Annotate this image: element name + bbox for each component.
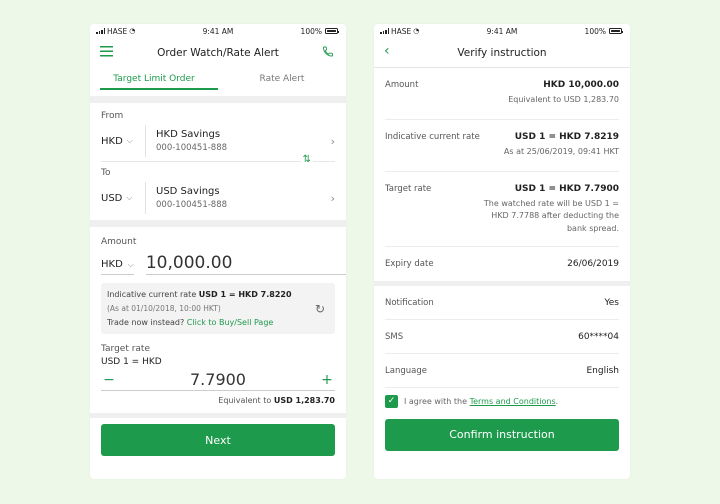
from-to-section: From HKD ⌵ HKD Savings 000-100451-888 › … [90,103,346,218]
current-rate-value: USD 1 = HKD 7.8219 [514,131,619,142]
amount-label: Amount [101,237,137,247]
page-title: Verify instruction [457,46,547,59]
chevron-down-icon: ⌵ [126,136,133,145]
order-watch-screen: HASE ◔ 9:41 AM 100% Order Watch/Rate Ale… [90,24,346,479]
hamburger-icon[interactable] [100,46,113,60]
to-currency-select[interactable]: USD ⌵ [101,193,145,204]
indicative-rate-box: Indicative current rate USD 1 = HKD 7.82… [101,283,335,334]
page-title: Order Watch/Rate Alert [157,47,279,59]
next-button[interactable]: Next [101,424,335,456]
wifi-icon: ◔ [413,27,420,35]
amount-input[interactable] [145,253,346,275]
to-account-name: USD Savings [156,186,220,197]
terms-link[interactable]: Terms and Conditions [470,397,556,406]
buy-sell-link[interactable]: Click to Buy/Sell Page [187,318,274,327]
to-account-number: 000-100451-888 [156,200,228,210]
summary-row-target-rate: Target rate USD 1 = HKD 7.7900 The watch… [385,183,619,234]
battery-icon [325,28,340,34]
notification-value: Yes [604,297,619,308]
decrement-button[interactable]: − [101,372,117,388]
battery-percent: 100% [300,26,322,36]
rate-timestamp: (As at 01/10/2018, 10:00 HKT) [107,304,221,313]
phone-icon[interactable] [322,45,334,61]
signal-icon [380,28,389,34]
tab-bar: Target Limit Order Rate Alert [90,68,346,96]
chevron-right-icon[interactable]: › [331,192,335,205]
chevron-down-icon: ⌵ [126,193,133,202]
increment-button[interactable]: + [319,372,335,388]
nav-bar: ‹ Verify instruction [374,38,630,68]
wifi-icon: ◔ [129,27,136,35]
target-rate-label: Target rate [101,344,150,354]
chevron-right-icon[interactable]: › [331,135,335,148]
amount-currency-select[interactable]: HKD ⌵ [101,259,134,275]
refresh-icon[interactable]: ↻ [315,302,325,316]
verify-instruction-screen: HASE ◔ 9:41 AM 100% ‹ Verify instruction… [374,24,630,479]
signal-icon [96,28,105,34]
summary-row-current-rate: Indicative current rate USD 1 = HKD 7.82… [385,131,619,156]
amount-section: Amount HKD ⌵ Indicative current rate USD… [90,227,346,405]
summary-row-notification: Notification Yes [385,297,619,308]
summary-row-language: Language English [385,365,620,376]
section-divider [90,96,346,103]
to-account-row: USD ⌵ USD Savings 000-100451-888 › [101,178,335,218]
language-value: English [586,365,620,376]
from-account-name: HKD Savings [156,129,221,140]
chevron-left-icon[interactable]: ‹ [384,43,390,59]
indicative-rate-value: USD 1 = HKD 7.8220 [198,290,292,299]
target-rate-input[interactable] [158,370,278,389]
from-label: From [101,111,124,121]
swap-icon[interactable]: ⇅ [300,154,313,165]
summary-row-sms: SMS 60****04 [385,331,619,342]
to-account-selector[interactable]: USD Savings 000-100451-888 [156,186,331,210]
confirm-instruction-button[interactable]: Confirm instruction [385,418,619,451]
from-account-selector[interactable]: HKD Savings 000-100451-888 [156,129,331,153]
summary-row-expiry: Expiry date 26/06/2019 [385,258,619,269]
carrier-label: HASE [391,26,412,36]
from-account-number: 000-100451-888 [156,143,228,153]
from-currency-select[interactable]: HKD ⌵ [101,136,145,147]
chevron-down-icon: ⌵ [127,259,134,269]
to-label: To [101,168,111,178]
tab-target-limit-order[interactable]: Target Limit Order [90,68,218,96]
status-bar: HASE ◔ 9:41 AM 100% [90,24,346,38]
summary-row-amount: Amount HKD 10,000.00 Equivalent to USD 1… [385,80,619,104]
battery-icon [609,28,624,34]
target-rate-pair: USD 1 = HKD [101,357,162,367]
status-bar: HASE ◔ 9:41 AM 100% [374,24,630,38]
target-rate-stepper: − + [101,369,335,391]
terms-agreement: ✓ I agree with the Terms and Conditions. [374,394,630,408]
carrier-label: HASE [107,26,128,36]
expiry-value: 26/06/2019 [567,258,619,269]
target-rate-value: USD 1 = HKD 7.7900 [514,183,619,194]
section-divider [90,220,346,227]
amount-value: HKD 10,000.00 [543,80,619,90]
sms-value: 60****04 [578,331,619,342]
nav-bar: Order Watch/Rate Alert [90,38,346,68]
battery-percent: 100% [584,26,606,36]
agree-checkbox[interactable]: ✓ [385,394,398,408]
equivalent-value: USD 1,283.70 [273,396,335,405]
tab-rate-alert[interactable]: Rate Alert [218,68,346,96]
